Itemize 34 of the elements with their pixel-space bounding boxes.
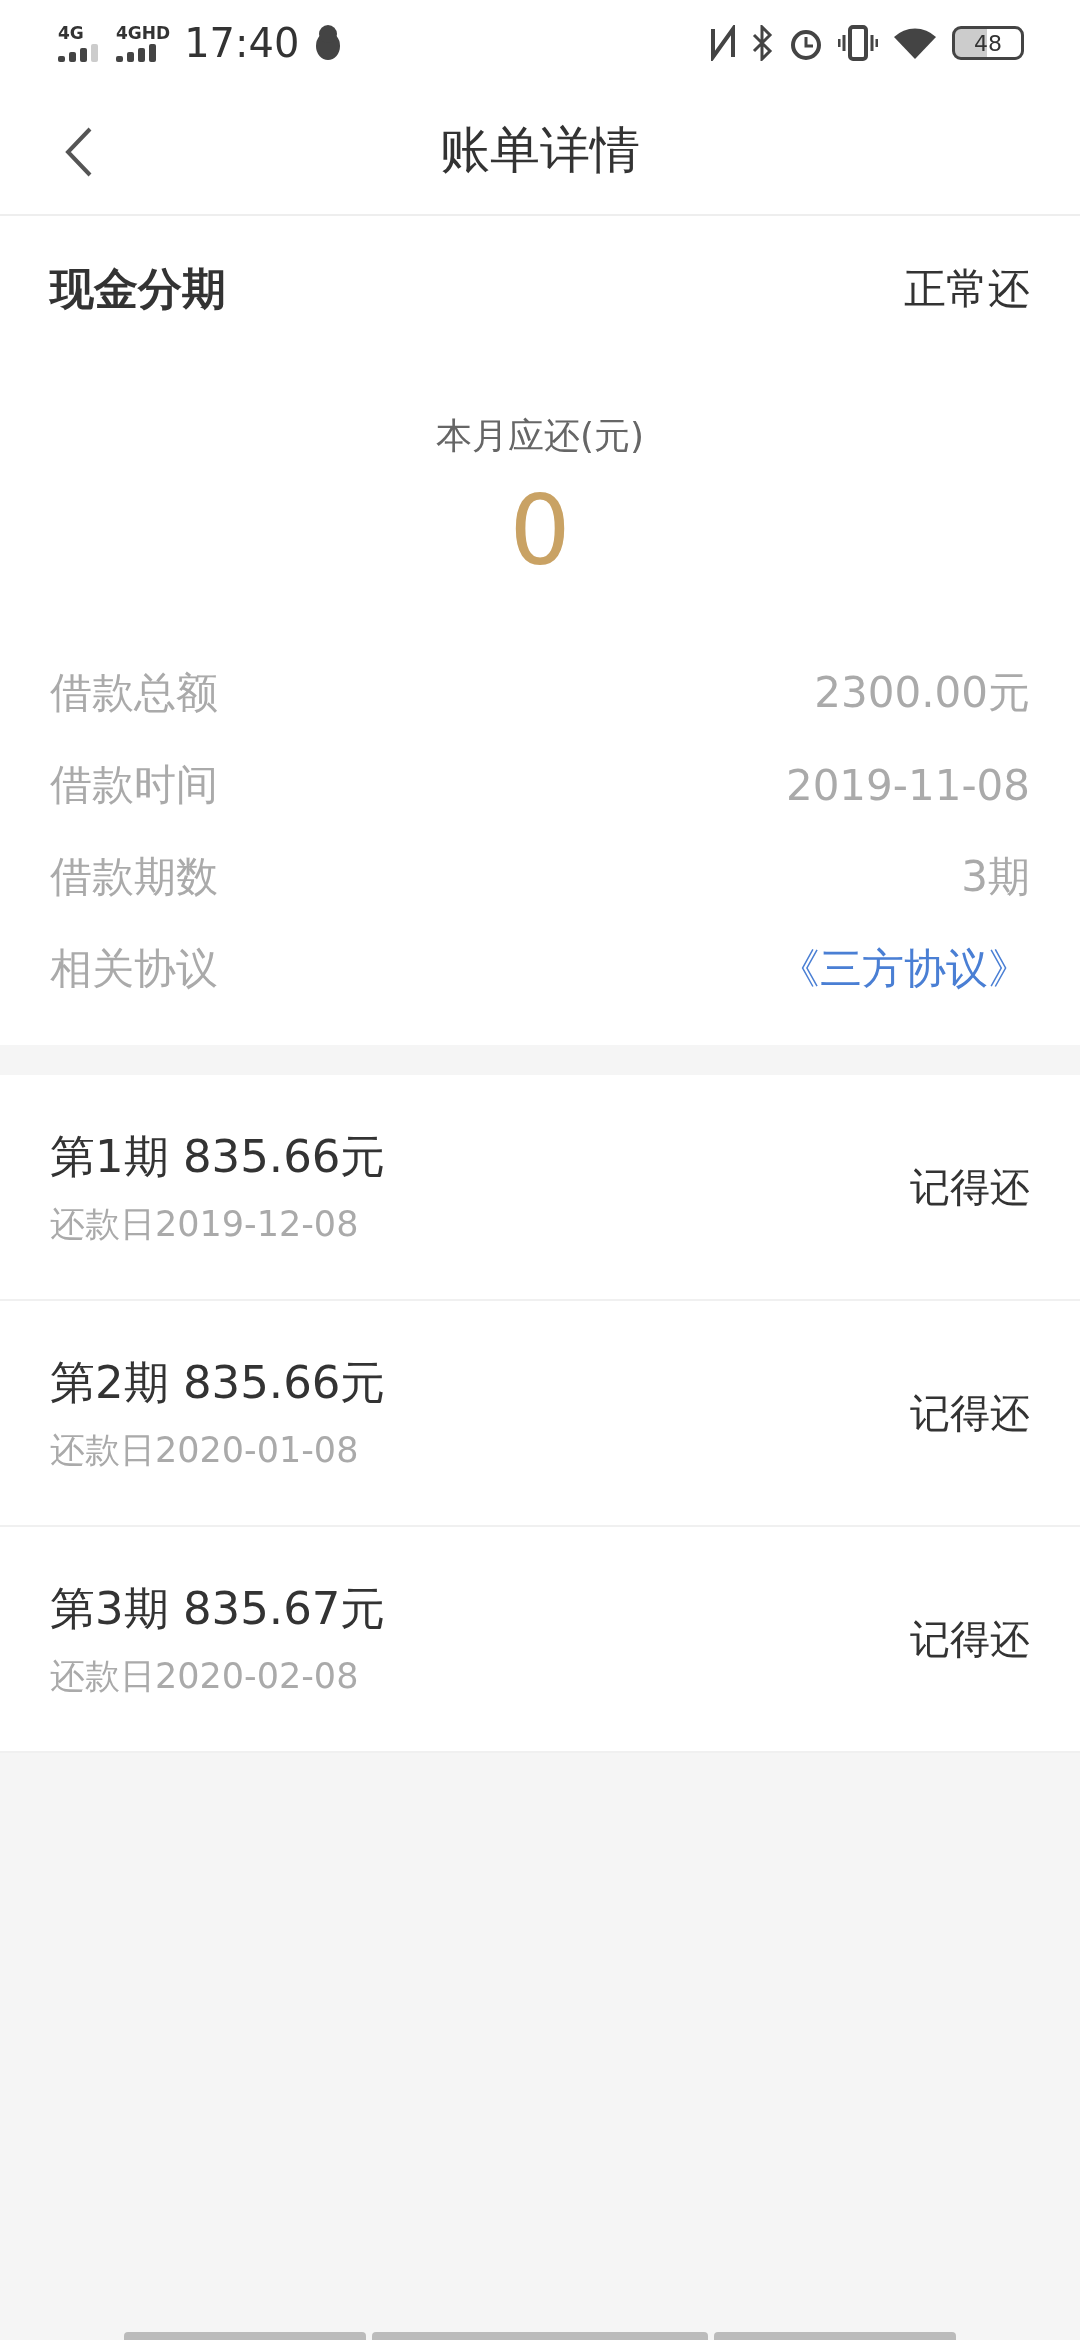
due-amount: 0 — [509, 475, 571, 587]
wifi-icon — [892, 25, 938, 61]
installment-row[interactable]: 第2期 835.66元 还款日2020-01-08 记得还 — [0, 1301, 1080, 1527]
installment-amount: 第1期 835.66元 — [50, 1128, 386, 1185]
due-date: 还款日2020-02-08 — [50, 1654, 360, 1698]
product-name: 现金分期 — [50, 261, 226, 316]
back-icon[interactable] — [64, 126, 94, 178]
detail-value: 3期 — [961, 851, 1030, 903]
installment-row[interactable]: 第1期 835.66元 还款日2019-12-08 记得还 — [0, 1075, 1080, 1301]
due-date: 还款日2020-01-08 — [50, 1428, 360, 1472]
page-title: 账单详情 — [440, 119, 640, 181]
due-label: 本月应还(元) — [435, 414, 645, 458]
network-label: 4GHD — [116, 24, 171, 42]
installment-status: 记得还 — [910, 1614, 1030, 1664]
clock-time: 17:40 — [184, 20, 300, 66]
detail-label: 借款期数 — [50, 851, 218, 903]
repayment-status: 正常还 — [904, 263, 1030, 315]
detail-label: 借款总额 — [50, 667, 218, 719]
installment-row[interactable]: 第3期 835.67元 还款日2020-02-08 记得还 — [0, 1527, 1080, 1753]
vibrate-icon — [838, 25, 878, 61]
detail-label: 相关协议 — [50, 943, 218, 995]
detail-value: 2019-11-08 — [785, 760, 1030, 810]
detail-value: 2300.00元 — [814, 667, 1030, 719]
due-date: 还款日2019-12-08 — [50, 1202, 360, 1246]
battery-icon: 48 — [952, 26, 1024, 60]
installment-status: 记得还 — [910, 1162, 1030, 1212]
bluetooth-icon — [750, 25, 774, 61]
detail-label: 借款时间 — [50, 759, 218, 811]
network-label: 4G — [58, 24, 84, 42]
agreement-link[interactable]: 《三方协议》 — [778, 941, 1030, 997]
nfc-icon — [710, 25, 736, 61]
installment-amount: 第2期 835.66元 — [50, 1354, 386, 1411]
installment-amount: 第3期 835.67元 — [50, 1580, 386, 1637]
installment-status: 记得还 — [910, 1388, 1030, 1438]
